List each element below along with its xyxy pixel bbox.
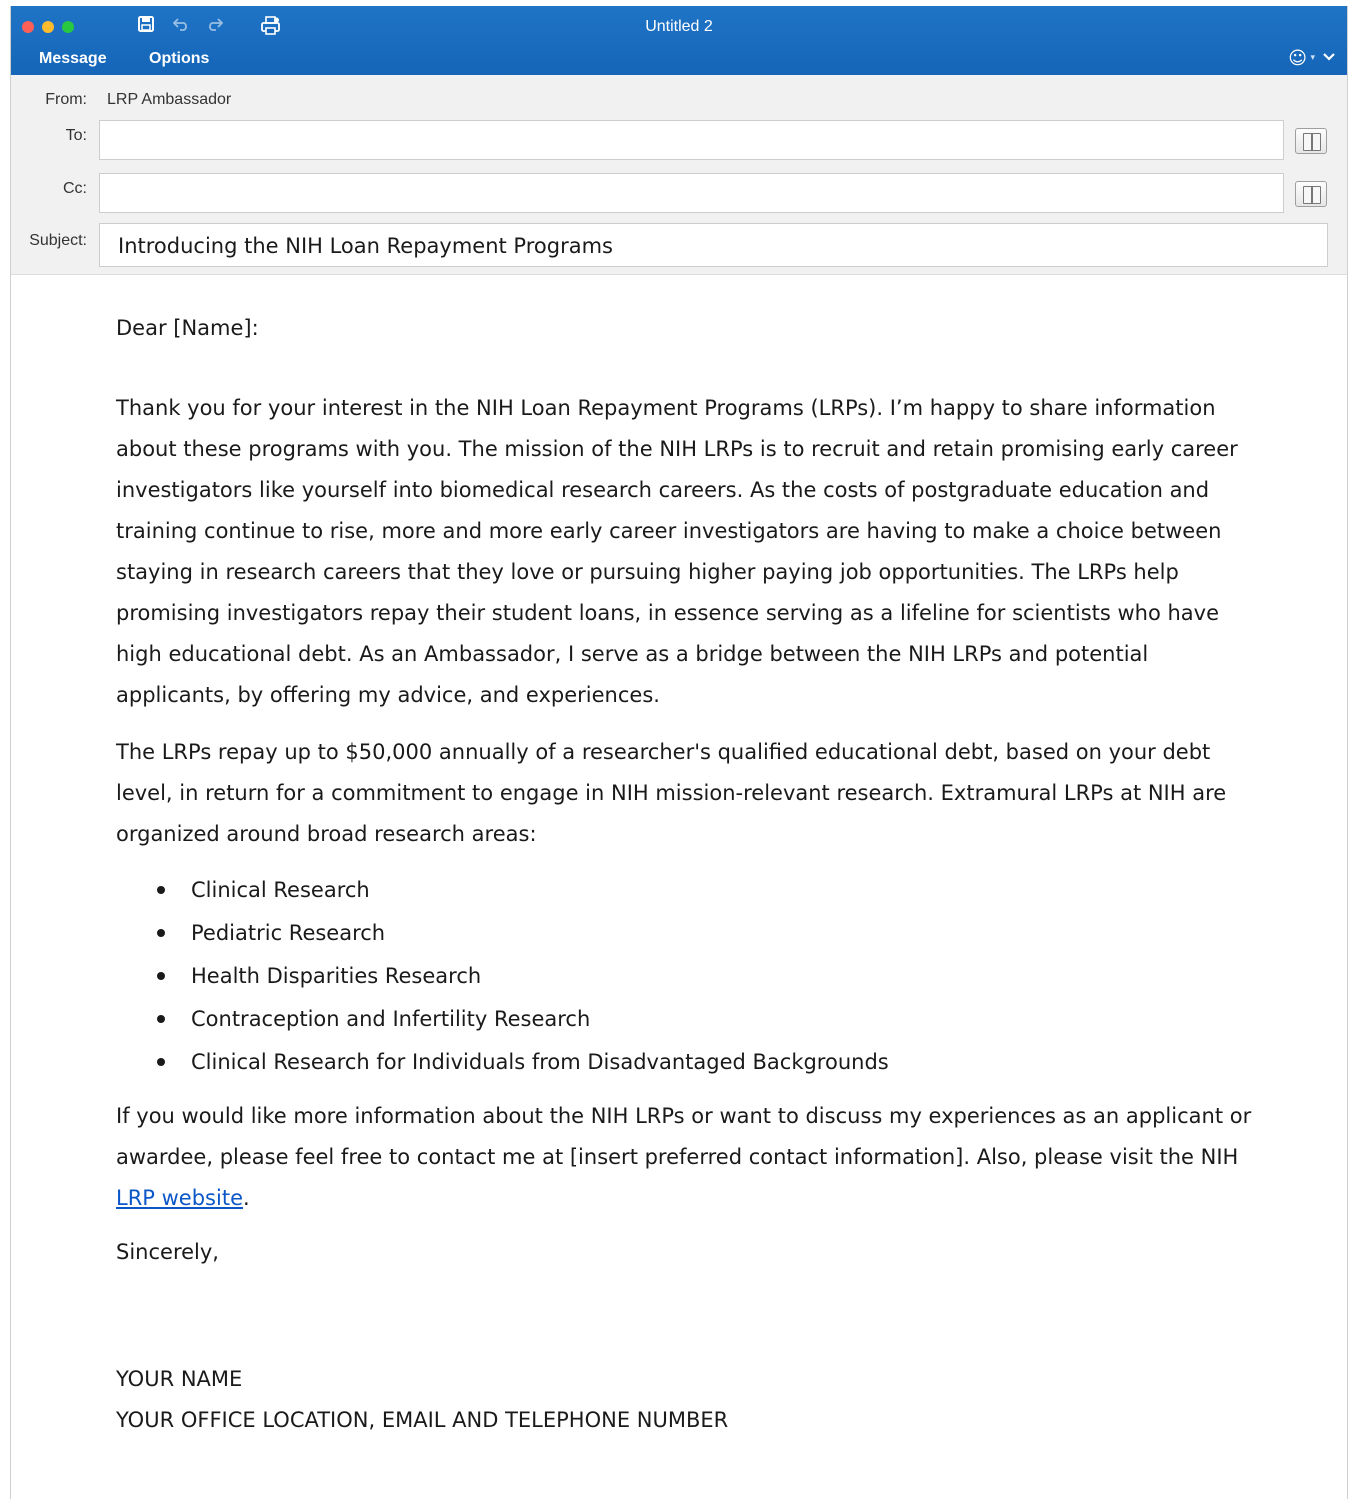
chevron-down-icon[interactable]	[1323, 50, 1335, 65]
compose-window: Untitled 2 Message Options ☺ ▾ From: LRP…	[10, 6, 1348, 1499]
message-body[interactable]: Dear [Name]: Thank you for your interest…	[116, 313, 1261, 1441]
contact-text-end: .	[242, 1186, 250, 1210]
message-header: From: LRP Ambassador To: Cc: Subject: In…	[11, 75, 1347, 275]
from-value[interactable]: LRP Ambassador	[107, 91, 231, 109]
list-item: Contraception and Infertility Research	[156, 998, 1261, 1041]
cc-field[interactable]	[99, 173, 1284, 213]
signature-contact: YOUR OFFICE LOCATION, EMAIL AND TELEPHON…	[116, 1408, 729, 1432]
smiley-icon[interactable]: ☺	[1288, 48, 1307, 69]
list-item: Pediatric Research	[156, 912, 1261, 955]
address-book-icon[interactable]	[1295, 128, 1327, 154]
greeting: Dear [Name]:	[116, 316, 259, 340]
to-label: To:	[65, 127, 87, 144]
cc-label: Cc:	[63, 180, 87, 197]
contact-text: If you would like more information about…	[116, 1104, 1252, 1169]
body-paragraph-intro: Thank you for your interest in the NIH L…	[116, 396, 1238, 707]
to-field[interactable]	[99, 120, 1284, 160]
subject-label: Subject:	[29, 232, 87, 249]
body-paragraph-repayment: The LRPs repay up to $50,000 annually of…	[116, 740, 1227, 846]
caret-down-icon[interactable]: ▾	[1310, 53, 1315, 63]
research-areas-list: Clinical Research Pediatric Research Hea…	[156, 869, 1261, 1084]
list-item: Clinical Research for Individuals from D…	[156, 1041, 1261, 1084]
tab-message[interactable]: Message	[39, 50, 107, 68]
list-item: Clinical Research	[156, 869, 1261, 912]
title-bar: Untitled 2 Message Options ☺ ▾	[11, 6, 1347, 75]
window-title: Untitled 2	[645, 18, 713, 35]
from-label: From:	[45, 91, 87, 108]
signature: YOUR NAME YOUR OFFICE LOCATION, EMAIL AN…	[116, 1359, 1261, 1441]
subject-field[interactable]: Introducing the NIH Loan Repayment Progr…	[99, 223, 1328, 267]
body-paragraph-contact: If you would like more information about…	[116, 1096, 1261, 1219]
signature-name: YOUR NAME	[116, 1367, 243, 1391]
list-item: Health Disparities Research	[156, 955, 1261, 998]
closing: Sincerely,	[116, 1240, 219, 1264]
address-book-icon[interactable]	[1295, 181, 1327, 207]
lrp-website-link[interactable]: LRP website	[116, 1186, 243, 1210]
tab-options[interactable]: Options	[149, 50, 209, 68]
